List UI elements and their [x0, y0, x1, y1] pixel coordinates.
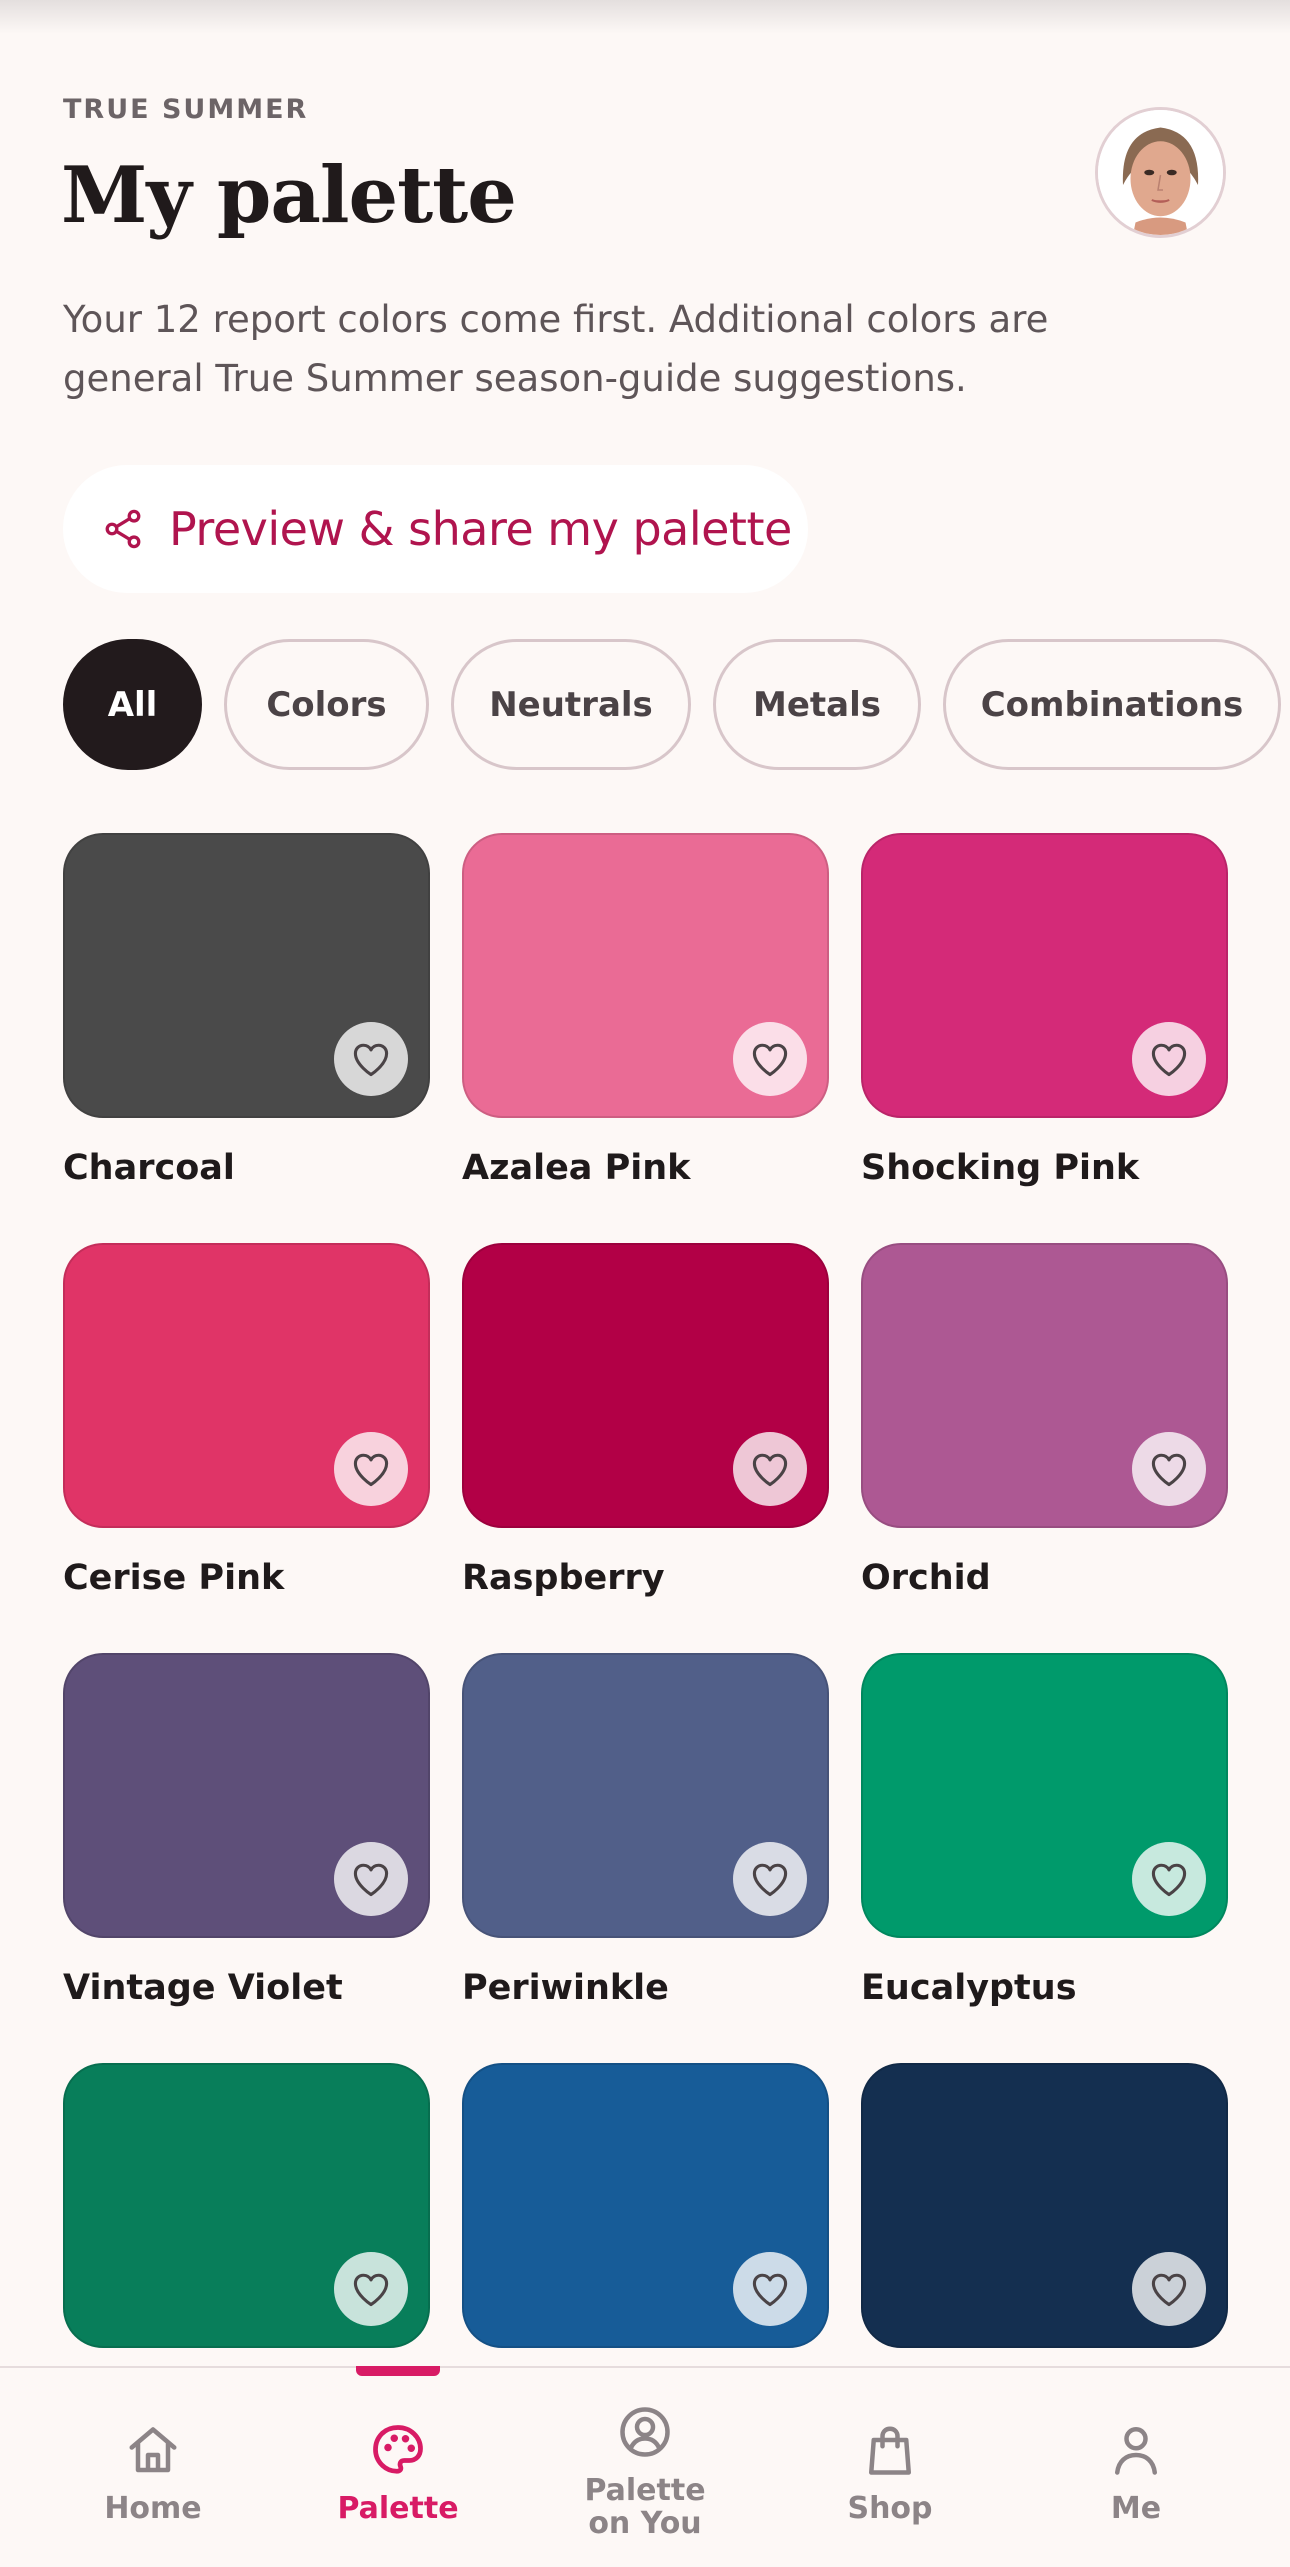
share-icon [105, 509, 141, 549]
filter-chip-colors[interactable]: Colors [224, 639, 429, 770]
favorite-button[interactable] [733, 2252, 807, 2326]
heart-icon [752, 1453, 788, 1487]
heart-icon [353, 1453, 389, 1487]
favorite-button[interactable] [733, 1432, 807, 1506]
favorite-button[interactable] [733, 1842, 807, 1916]
avatar-photo [1098, 110, 1223, 235]
shopping-bag-icon [869, 2426, 911, 2475]
favorite-button[interactable] [1132, 1432, 1206, 1506]
color-swatch[interactable] [63, 1653, 430, 1938]
avatar[interactable] [1095, 107, 1226, 238]
color-swatch[interactable] [462, 1653, 829, 1938]
color-name: Charcoal [63, 1148, 235, 1188]
color-swatch[interactable] [861, 2063, 1228, 2348]
filter-chip-all[interactable]: All [63, 639, 202, 770]
nav-item-palette-on-you[interactable]: Palette on You [545, 2402, 745, 2540]
top-edge-shadow [0, 0, 1290, 34]
favorite-button[interactable] [334, 1022, 408, 1096]
heart-icon [353, 1043, 389, 1077]
color-tile[interactable]: Shocking Pink [861, 833, 1228, 1243]
favorite-button[interactable] [1132, 2252, 1206, 2326]
person-circle-icon [620, 2407, 670, 2457]
favorite-button[interactable] [1132, 1022, 1206, 1096]
color-name: Periwinkle [462, 1968, 669, 2008]
color-tile[interactable]: Orchid [861, 1243, 1228, 1653]
color-tile[interactable]: Azalea Pink [462, 833, 829, 1243]
heart-icon [1151, 1863, 1187, 1897]
nav-label-shop: Shop [847, 2491, 933, 2526]
color-swatch[interactable] [63, 2063, 430, 2348]
home-icon [129, 2427, 177, 2473]
nav-label-palette-on-you-line2: on You [588, 2506, 702, 2541]
favorite-button[interactable] [733, 1022, 807, 1096]
palette-icon [373, 2425, 423, 2474]
color-tile[interactable]: Cerise Pink [63, 1243, 430, 1653]
nav-label-palette-on-you-line1: Palette [584, 2473, 706, 2508]
color-name: Vintage Violet [63, 1968, 343, 2008]
color-swatch[interactable] [462, 833, 829, 1118]
heart-icon [752, 1043, 788, 1077]
color-name: Cerise Pink [63, 1558, 285, 1598]
favorite-button[interactable] [334, 2252, 408, 2326]
heart-icon [752, 1863, 788, 1897]
page-title: My palette [61, 150, 517, 241]
color-grid: Charcoal Azalea Pink Shocking Pink Cerise P… [63, 833, 1228, 2473]
heart-icon [353, 2273, 389, 2307]
nav-label-me: Me [1110, 2491, 1162, 2526]
share-palette-button[interactable]: Preview & share my palette [63, 465, 808, 593]
bottom-nav: Home Palette Palette on You Shop Me [0, 2366, 1290, 2567]
color-tile[interactable]: Vintage Violet [63, 1653, 430, 2063]
nav-label-home: Home [104, 2491, 202, 2526]
color-name: Azalea Pink [462, 1148, 691, 1188]
heart-icon [1151, 1043, 1187, 1077]
color-swatch[interactable] [462, 1243, 829, 1528]
color-swatch[interactable] [861, 1653, 1228, 1938]
color-name: Eucalyptus [861, 1968, 1077, 2008]
color-swatch[interactable] [63, 1243, 430, 1528]
nav-item-home[interactable]: Home [53, 2420, 253, 2525]
color-name: Raspberry [462, 1558, 665, 1598]
filter-chip-metals[interactable]: Metals [713, 639, 921, 770]
nav-item-me[interactable]: Me [1036, 2420, 1236, 2525]
palette-screen: TRUE SUMMER My palette Your 12 report co… [0, 0, 1290, 2567]
heart-icon [752, 2273, 788, 2307]
color-swatch[interactable] [63, 833, 430, 1118]
palette-description: Your 12 report colors come first. Additi… [63, 298, 1049, 400]
color-swatch[interactable] [462, 2063, 829, 2348]
active-tab-indicator [356, 2366, 440, 2376]
heart-icon [1151, 1453, 1187, 1487]
favorite-button[interactable] [334, 1432, 408, 1506]
filter-chips: All Colors Neutrals Metals Combinations [63, 639, 1281, 770]
color-swatch[interactable] [861, 1243, 1228, 1528]
color-tile[interactable]: Periwinkle [462, 1653, 829, 2063]
color-tile[interactable]: Raspberry [462, 1243, 829, 1653]
user-icon [1115, 2427, 1157, 2475]
color-name: Orchid [861, 1558, 991, 1598]
color-tile[interactable]: Charcoal [63, 833, 430, 1243]
share-palette-label: Preview & share my palette [169, 502, 792, 556]
season-eyebrow: TRUE SUMMER [63, 94, 309, 125]
heart-icon [1151, 2273, 1187, 2307]
favorite-button[interactable] [1132, 1842, 1206, 1916]
nav-item-palette[interactable]: Palette [298, 2420, 498, 2525]
filter-chip-combinations[interactable]: Combinations [943, 639, 1281, 770]
color-tile[interactable]: Eucalyptus [861, 1653, 1228, 2063]
filter-chip-neutrals[interactable]: Neutrals [451, 639, 691, 770]
color-swatch[interactable] [861, 833, 1228, 1118]
heart-icon [353, 1863, 389, 1897]
color-name: Shocking Pink [861, 1148, 1140, 1188]
nav-item-shop[interactable]: Shop [790, 2420, 990, 2525]
nav-label-palette: Palette [337, 2491, 459, 2526]
favorite-button[interactable] [334, 1842, 408, 1916]
